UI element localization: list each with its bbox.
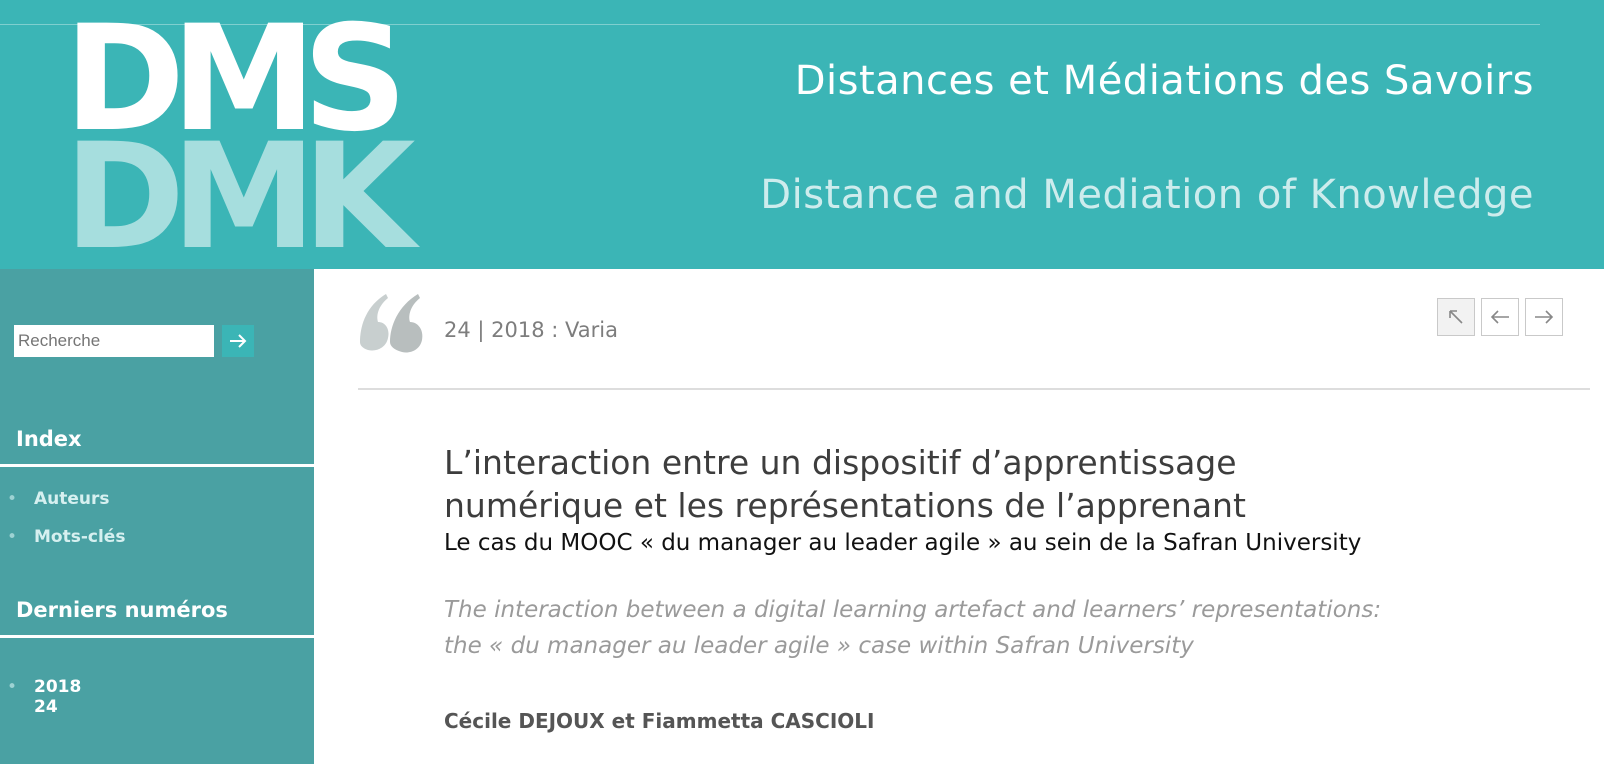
index-heading: Index (16, 427, 82, 451)
arrow-left-icon (1490, 310, 1509, 324)
issue-label[interactable]: 24 | 2018 : Varia (444, 318, 618, 342)
nav-up-button[interactable] (1437, 298, 1475, 336)
index-link-authors[interactable]: Auteurs (34, 489, 110, 509)
arrow-up-left-icon (1449, 310, 1463, 324)
index-list: Auteurs Mots-clés (0, 487, 125, 563)
latest-issues-heading: Derniers numéros (16, 598, 228, 622)
latest-issues-rule (0, 635, 314, 638)
site-title-fr: Distances et Médiations des Savoirs (794, 58, 1534, 104)
article-title-line-2: numérique et les représentations de l’ap… (444, 486, 1246, 525)
arrow-right-icon (1535, 310, 1554, 324)
article-subtitle: Le cas du MOOC « du manager au leader ag… (444, 530, 1362, 556)
quote-mark-icon (360, 294, 423, 353)
latest-issue-year[interactable]: 2018 (34, 677, 81, 697)
latest-issue-item[interactable]: 2018 24 (0, 677, 81, 717)
article-alt-title-line-2: the « du manager au leader agile » case … (444, 633, 1194, 659)
index-rule (0, 464, 314, 467)
nav-previous-button[interactable] (1481, 298, 1519, 336)
site-title-en: Distance and Mediation of Knowledge (760, 172, 1534, 218)
article-title: L’interaction entre un dispositif d’appr… (444, 441, 1544, 527)
index-item-keywords[interactable]: Mots-clés (0, 525, 125, 563)
logo-dmk: DMK (64, 112, 416, 269)
latest-issue-number[interactable]: 24 (34, 697, 81, 717)
site-header: DMS DMK Distances et Médiations des Savo… (0, 0, 1604, 269)
index-item-authors[interactable]: Auteurs (0, 487, 125, 525)
arrow-right-icon (230, 334, 247, 348)
nav-next-button[interactable] (1525, 298, 1563, 336)
search-button[interactable] (222, 325, 254, 357)
article-title-line-1: L’interaction entre un dispositif d’appr… (444, 443, 1237, 482)
article-alt-title-line-1: The interaction between a digital learni… (444, 597, 1382, 623)
article-alt-title: The interaction between a digital learni… (444, 592, 1544, 664)
article-authors[interactable]: Cécile DEJOUX et Fiammetta CASCIOLI (444, 709, 874, 733)
index-link-keywords[interactable]: Mots-clés (34, 527, 125, 547)
search-input[interactable] (14, 325, 214, 357)
site-logo[interactable]: DMS DMK (64, 6, 416, 269)
main-divider (358, 388, 1590, 390)
sidebar: Index Auteurs Mots-clés Derniers numéros… (0, 269, 314, 764)
